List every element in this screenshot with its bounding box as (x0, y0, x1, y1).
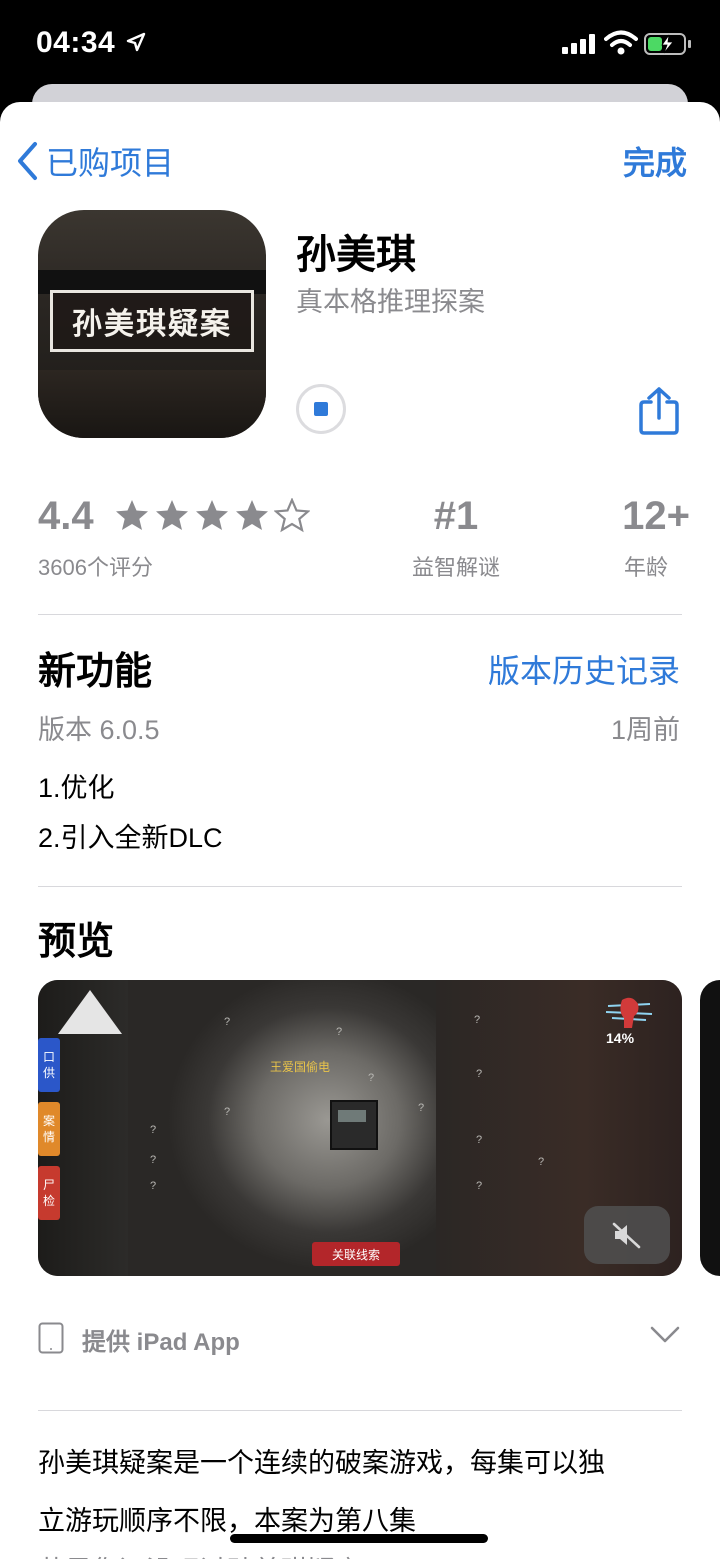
screenshot-clue-label: 王爱国偷电 (270, 1060, 331, 1074)
whats-new-title: 新功能 (38, 651, 153, 693)
screenshot-tab-label: 检 (42, 1194, 55, 1208)
screenshot-tab: 尸检 (38, 1166, 60, 1220)
screenshot-percent: 14% (606, 1030, 635, 1046)
pyramid-icon (58, 990, 122, 1034)
clue-marker-icon: ? (150, 1180, 157, 1192)
stop-download-icon (314, 402, 328, 416)
speaker-muted-icon (612, 1222, 641, 1249)
star-empty-icon (274, 498, 310, 533)
back-label: 已购项目 (46, 145, 175, 181)
clue-marker-icon: ? (336, 1026, 343, 1038)
download-progress-button[interactable] (296, 384, 346, 434)
screenshot-tab-label: 尸 (42, 1178, 55, 1192)
version-date: 1周前 (610, 715, 680, 745)
age-label: 年龄 (623, 555, 668, 580)
star-filled-icon (156, 500, 188, 530)
divider (38, 614, 682, 615)
chevron-down-icon (650, 1326, 680, 1343)
rating-stars (114, 498, 310, 534)
home-indicator[interactable] (230, 1534, 488, 1543)
clue-marker-icon: ? (538, 1156, 545, 1168)
done-button[interactable]: 完成 (623, 138, 687, 184)
screenshot-tab-label: 情 (42, 1130, 55, 1144)
screenshot-tab-label: 案 (42, 1114, 55, 1128)
screenshot-tab: 案情 (38, 1102, 60, 1156)
mute-button[interactable] (584, 1206, 670, 1264)
share-icon[interactable] (636, 386, 682, 436)
description-line: 若是您还没玩过孙美琪疑案 (38, 1542, 362, 1559)
ipad-app-row[interactable]: 提供 iPad App (38, 1314, 682, 1364)
screenshot-link-clue-button: 关联线索 (312, 1242, 400, 1266)
version-history-link[interactable]: 版本历史记录 (488, 646, 680, 692)
status-time: 04:34 (36, 26, 116, 59)
screenshot-tab: 口供 (38, 1038, 60, 1092)
description-line: 孙美琪疑案是一个连续的破案游戏，每集可以独 (38, 1448, 605, 1478)
rating-value: 4.4 (38, 494, 94, 538)
clue-marker-icon: ? (476, 1180, 483, 1192)
clue-marker-icon: ? (474, 1014, 481, 1026)
app-icon-text: 孙美琪疑案 (72, 308, 232, 341)
app-detail-sheet: 已购项目 完成 孙美琪疑案 孙美琪 真本格推理探案 4.4 3606个评分 #1… (0, 102, 720, 1559)
battery-charging-icon (644, 33, 691, 55)
preview-screenshot[interactable]: 口供 案情 尸检 ? ? ? ? ? ? ? ? ? ? ? ? ? 王爱国偷电… (38, 980, 682, 1276)
divider (38, 886, 682, 887)
rating-count: 3606个评分 (38, 555, 153, 580)
app-subtitle: 真本格推理探案 (296, 287, 485, 317)
clue-marker-icon: ? (224, 1016, 231, 1028)
app-icon: 孙美琪疑案 (38, 210, 266, 438)
status-bar: 04:34 (0, 0, 720, 90)
preview-title: 预览 (38, 921, 115, 963)
age-rating: 12+ (622, 494, 690, 538)
app-icon-shelf (38, 370, 266, 438)
version-number: 版本 6.0.5 (38, 715, 160, 745)
app-icon-frame: 孙美琪疑案 (50, 290, 254, 352)
star-filled-icon (196, 500, 228, 530)
screenshot-tab-label: 供 (42, 1066, 55, 1080)
star-filled-icon (236, 500, 268, 530)
clue-marker-icon: ? (476, 1134, 483, 1146)
clue-marker-icon: ? (224, 1106, 231, 1118)
electric-meter-icon (330, 1100, 378, 1150)
divider (38, 1410, 682, 1411)
cellular-signal-icon (562, 34, 595, 54)
clue-marker-icon: ? (150, 1154, 157, 1166)
star-filled-icon (116, 500, 148, 530)
character-head-icon (605, 997, 653, 1028)
wifi-icon (604, 30, 638, 55)
release-note: 1.优化 (38, 773, 115, 803)
preview-screenshot-next[interactable] (700, 980, 720, 1276)
clue-marker-icon: ? (418, 1102, 425, 1114)
ipad-app-label: 提供 iPad App (82, 1329, 240, 1356)
clue-marker-icon: ? (150, 1124, 157, 1136)
location-arrow-icon (126, 32, 146, 52)
clue-marker-icon: ? (476, 1068, 483, 1080)
clue-marker-icon: ? (368, 1072, 375, 1084)
ipad-icon (38, 1322, 64, 1354)
back-button[interactable]: 已购项目 (16, 138, 174, 184)
chart-category: 益智解谜 (411, 555, 500, 580)
release-note: 2.引入全新DLC (38, 823, 223, 853)
chart-rank: #1 (433, 494, 479, 538)
screenshot-tab-label: 口 (42, 1050, 55, 1064)
app-title: 孙美琪 (296, 233, 416, 277)
chevron-left-icon (18, 142, 37, 180)
